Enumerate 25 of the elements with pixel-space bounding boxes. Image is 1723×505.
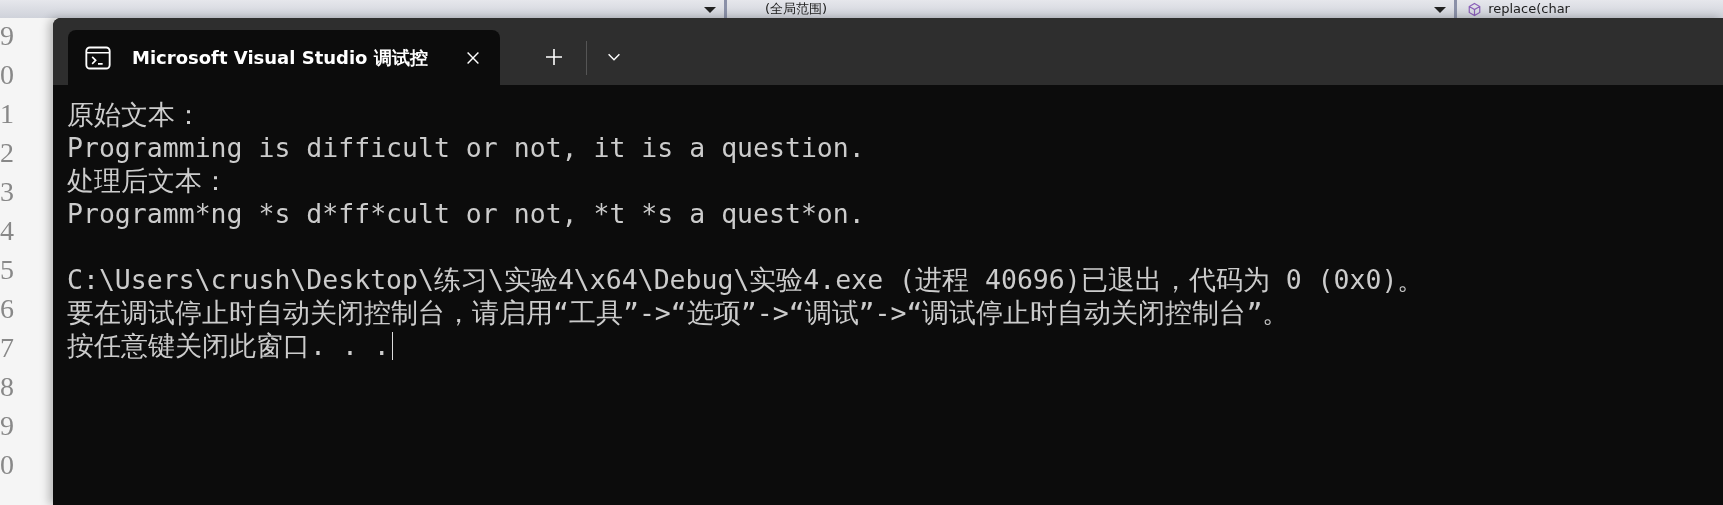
line-number: 7 xyxy=(0,331,15,365)
line-number: 9 xyxy=(0,19,15,53)
line-number: 6 xyxy=(0,292,15,326)
terminal-tab[interactable]: Microsoft Visual Studio 调试控 xyxy=(68,30,500,85)
line-number: 5 xyxy=(0,253,15,287)
line-number: 0 xyxy=(0,58,15,92)
console-line: 按任意键关闭此窗口. . . xyxy=(67,329,390,362)
console-line: Programm*ng *s d*ff*cult or not, *t *s a quest*on. xyxy=(67,197,865,230)
member-dropdown[interactable]: replace(char xyxy=(1488,1,1570,17)
line-number: 1 xyxy=(0,97,15,131)
console-line: 原始文本： xyxy=(67,98,202,131)
line-number: 2 xyxy=(0,136,15,170)
line-number: 0 xyxy=(0,448,15,482)
cube-icon xyxy=(1467,1,1483,17)
line-number: 8 xyxy=(0,370,15,404)
scope-dropdown[interactable]: (全局范围) xyxy=(765,1,828,17)
console-line: Programming is difficult or not, it is a question. xyxy=(67,131,865,164)
text-cursor xyxy=(391,331,394,360)
line-number: 4 xyxy=(0,214,15,248)
console-line: 处理后文本： xyxy=(67,164,229,197)
console-line: 要在调试停止时自动关闭控制台，请启用“工具”->“选项”->“调试”->“调试停止时自动关闭控制台”。 xyxy=(67,296,1290,329)
console-line: C:\Users\crush\Desktop\练习\实验4\x64\Debug\实验4.exe (进程 40696)已退出，代码为 0 (0x0)。 xyxy=(67,263,1425,296)
new-tab-icon[interactable] xyxy=(544,47,564,67)
line-number: 3 xyxy=(0,175,15,209)
line-number: 9 xyxy=(0,409,15,443)
